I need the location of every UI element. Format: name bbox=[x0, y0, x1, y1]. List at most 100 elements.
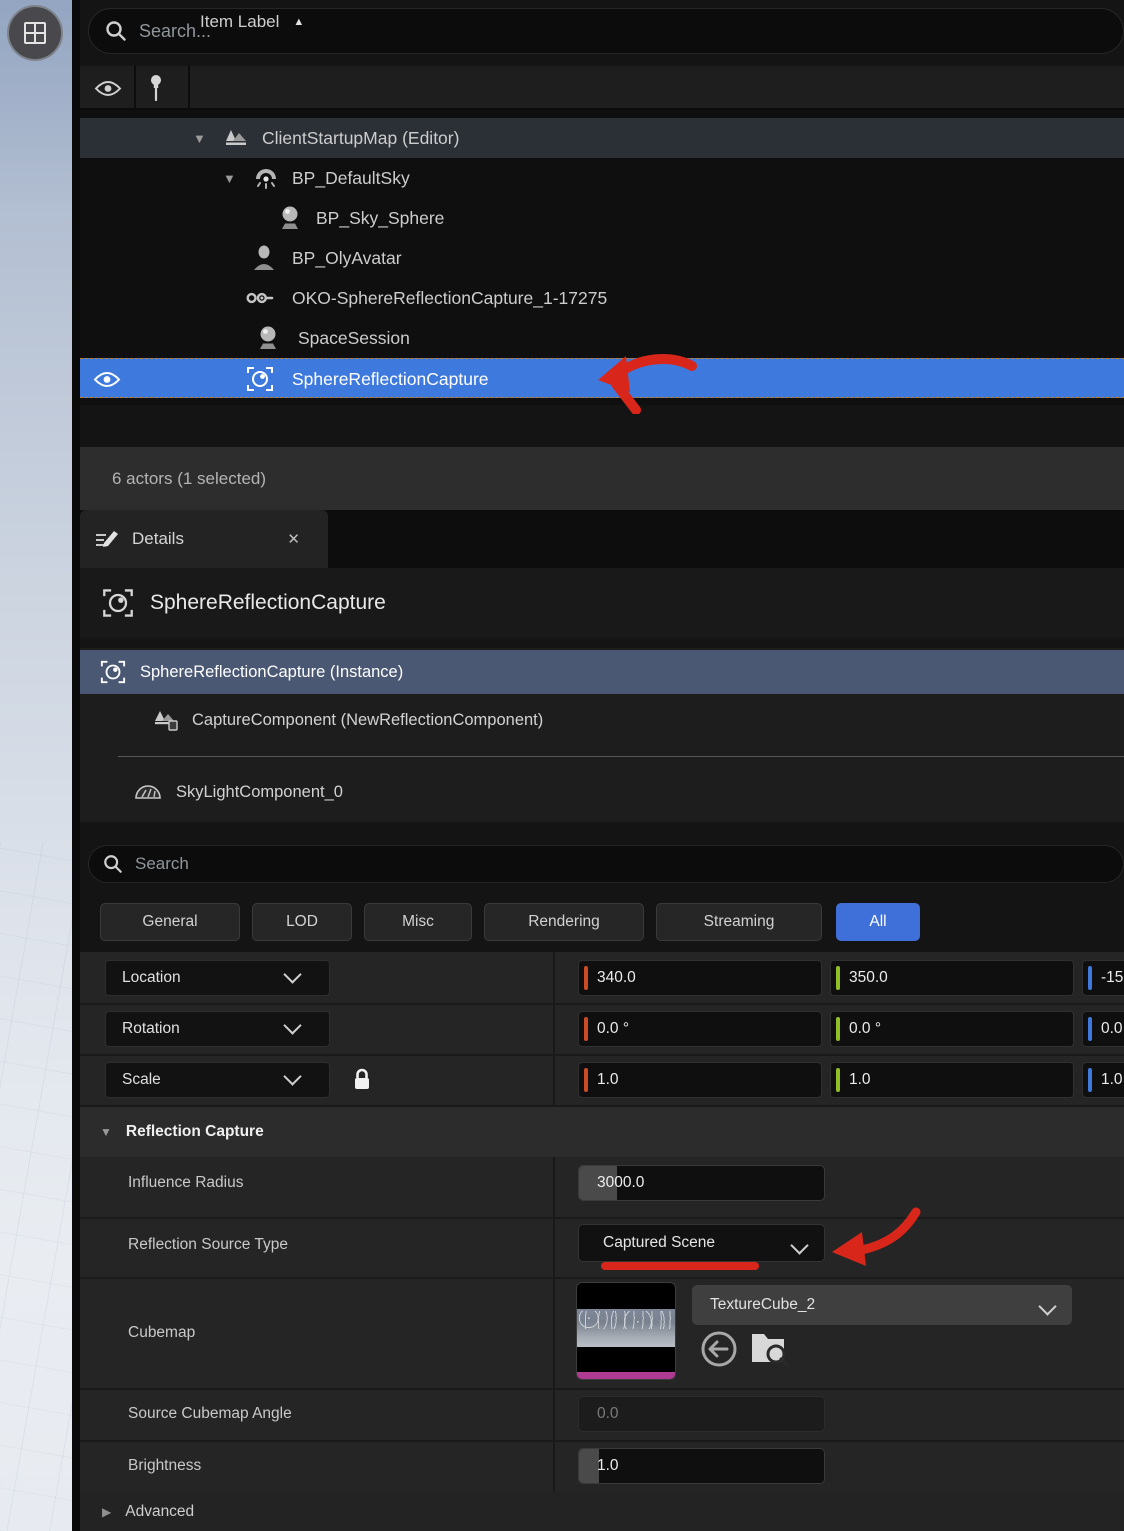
chevron-expanded-icon[interactable]: ▼ bbox=[223, 158, 236, 198]
rotation-combo-button[interactable]: Rotation bbox=[105, 1011, 330, 1047]
source-cubemap-angle-input: 0.0 bbox=[578, 1396, 825, 1432]
chevron-collapsed-icon: ▶ bbox=[102, 1505, 111, 1519]
chevron-down-icon bbox=[283, 965, 301, 983]
location-y-field[interactable]: 350.0 bbox=[830, 960, 1074, 996]
location-combo-button[interactable]: Location bbox=[105, 960, 330, 996]
y-axis-bar bbox=[836, 1068, 840, 1092]
annotation-arrow-source-type bbox=[826, 1204, 922, 1274]
component-row-capturecomponent[interactable]: CaptureComponent (NewReflectionComponent… bbox=[80, 698, 1124, 742]
pin-column-pin-icon[interactable] bbox=[148, 66, 164, 110]
source-cubemap-angle-label: Source Cubemap Angle bbox=[128, 1388, 292, 1440]
skylight-component-icon bbox=[134, 782, 162, 802]
sort-ascending-icon: ▲ bbox=[293, 16, 304, 28]
filter-tab-misc[interactable]: Misc bbox=[364, 903, 472, 941]
tab-details[interactable]: Details ✕ bbox=[80, 510, 328, 568]
location-z-field[interactable]: -15 bbox=[1082, 960, 1124, 996]
cubemap-asset-dropdown[interactable]: TextureCube_2 bbox=[692, 1285, 1072, 1325]
close-icon[interactable]: ✕ bbox=[287, 530, 300, 548]
viewport-floor-grid bbox=[0, 842, 72, 1531]
section-reflection-capture[interactable]: ▼ Reflection Capture bbox=[80, 1107, 1124, 1157]
reflection-capture-icon bbox=[100, 659, 126, 685]
component-row-instance[interactable]: SphereReflectionCapture (Instance) bbox=[80, 650, 1124, 694]
scale-combo-button[interactable]: Scale bbox=[105, 1062, 330, 1098]
search-icon bbox=[105, 20, 127, 42]
y-axis-bar bbox=[836, 1017, 840, 1041]
details-search-placeholder: Search bbox=[135, 854, 189, 874]
tree-row-bp-sky-sphere[interactable]: BP_Sky_Sphere bbox=[80, 198, 1124, 238]
sky-actor-icon bbox=[252, 164, 280, 192]
influence-radius-label: Influence Radius bbox=[128, 1157, 243, 1209]
search-icon bbox=[103, 854, 123, 874]
chevron-down-icon bbox=[1038, 1297, 1056, 1315]
outliner-status-bar: 6 actors (1 selected) bbox=[80, 447, 1124, 510]
tree-row-bp-olyavatar[interactable]: BP_OlyAvatar bbox=[80, 238, 1124, 278]
cubemap-label: Cubemap bbox=[128, 1307, 195, 1359]
unreal-editor-panels: Search... Item Label ▲ ▼ ClientStartupMa… bbox=[0, 0, 1124, 1531]
x-axis-bar bbox=[584, 1017, 588, 1041]
details-pencil-icon bbox=[94, 527, 120, 551]
filter-tab-general[interactable]: General bbox=[100, 903, 240, 941]
x-axis-bar bbox=[584, 1068, 588, 1092]
capture-component-icon bbox=[152, 709, 178, 731]
filter-tab-rendering[interactable]: Rendering bbox=[484, 903, 644, 941]
reflection-source-type-dropdown[interactable]: Captured Scene bbox=[578, 1224, 825, 1262]
grid-icon bbox=[22, 20, 48, 46]
rotation-x-field[interactable]: 0.0 ° bbox=[578, 1011, 822, 1047]
scale-z-field[interactable]: 1.0 bbox=[1082, 1062, 1124, 1098]
chevron-down-icon bbox=[283, 1067, 301, 1085]
reflection-capture-icon bbox=[102, 587, 134, 619]
browse-to-asset-button[interactable] bbox=[748, 1328, 792, 1368]
filter-tab-lod[interactable]: LOD bbox=[252, 903, 352, 941]
location-x-field[interactable]: 340.0 bbox=[578, 960, 822, 996]
chevron-expanded-icon: ▼ bbox=[100, 1125, 112, 1139]
influence-radius-input[interactable]: 3000.0 bbox=[578, 1165, 825, 1201]
filter-tab-all[interactable]: All bbox=[836, 903, 920, 941]
component-row-skylightcomponent[interactable]: SkyLightComponent_0 bbox=[80, 770, 1124, 814]
tree-row-oko-spherereflectioncapture[interactable]: OKO-SphereReflectionCapture_1-17275 bbox=[80, 278, 1124, 318]
component-divider bbox=[118, 756, 1124, 757]
visibility-column-eye-icon[interactable] bbox=[94, 66, 122, 110]
chevron-down-icon bbox=[283, 1016, 301, 1034]
outliner-header-row bbox=[80, 66, 1124, 110]
lock-icon[interactable] bbox=[352, 1068, 372, 1092]
panel-edge-divider[interactable] bbox=[72, 0, 80, 1531]
tree-row-bp-defaultsky[interactable]: ▼ BP_DefaultSky bbox=[80, 158, 1124, 198]
link-actor-icon bbox=[246, 284, 274, 312]
y-axis-bar bbox=[836, 966, 840, 990]
reflection-source-type-label: Reflection Source Type bbox=[128, 1219, 288, 1271]
avatar-actor-icon bbox=[250, 244, 278, 272]
annotation-underline-captured-scene bbox=[601, 1262, 759, 1270]
right-dock-panel: Search... Item Label ▲ ▼ ClientStartupMa… bbox=[80, 0, 1124, 1531]
details-object-title: SphereReflectionCapture bbox=[150, 591, 386, 615]
x-axis-bar bbox=[584, 966, 588, 990]
details-property-grid: Location 340.0 350.0 -15 bbox=[80, 952, 1124, 1531]
tree-row-clientstartupmap[interactable]: ▼ ClientStartupMap (Editor) bbox=[80, 118, 1124, 158]
level-viewport-strip bbox=[0, 0, 72, 1531]
column-splitter[interactable] bbox=[553, 1157, 555, 1531]
item-label-column-header[interactable]: Item Label ▲ bbox=[200, 0, 304, 44]
filter-tab-streaming[interactable]: Streaming bbox=[656, 903, 822, 941]
scale-x-field[interactable]: 1.0 bbox=[578, 1062, 822, 1098]
slider-fill bbox=[579, 1449, 599, 1483]
reflection-capture-icon bbox=[246, 365, 274, 393]
section-advanced[interactable]: ▶ Advanced bbox=[80, 1492, 1124, 1531]
details-search-input[interactable]: Search bbox=[88, 845, 1124, 883]
annotation-arrow-selected-actor bbox=[592, 350, 700, 414]
component-tree: SphereReflectionCapture (Instance) Captu… bbox=[80, 648, 1124, 822]
chevron-down-icon bbox=[790, 1236, 808, 1254]
chevron-expanded-icon[interactable]: ▼ bbox=[193, 118, 206, 158]
cubemap-thumbnail[interactable] bbox=[576, 1282, 676, 1380]
eye-icon[interactable] bbox=[93, 359, 121, 399]
level-icon bbox=[222, 124, 250, 152]
brightness-input[interactable]: 1.0 bbox=[578, 1448, 825, 1484]
layout-grid-button[interactable] bbox=[7, 5, 63, 61]
rotation-z-field[interactable]: 0.0 bbox=[1082, 1011, 1124, 1047]
use-selected-asset-button[interactable] bbox=[700, 1330, 738, 1368]
z-axis-bar bbox=[1088, 1068, 1092, 1092]
column-splitter[interactable] bbox=[553, 952, 555, 1105]
details-object-header: SphereReflectionCapture bbox=[80, 568, 1124, 638]
rotation-y-field[interactable]: 0.0 ° bbox=[830, 1011, 1074, 1047]
actor-count-text: 6 actors (1 selected) bbox=[112, 469, 266, 489]
scale-y-field[interactable]: 1.0 bbox=[830, 1062, 1074, 1098]
sphere-actor-icon bbox=[276, 204, 304, 232]
